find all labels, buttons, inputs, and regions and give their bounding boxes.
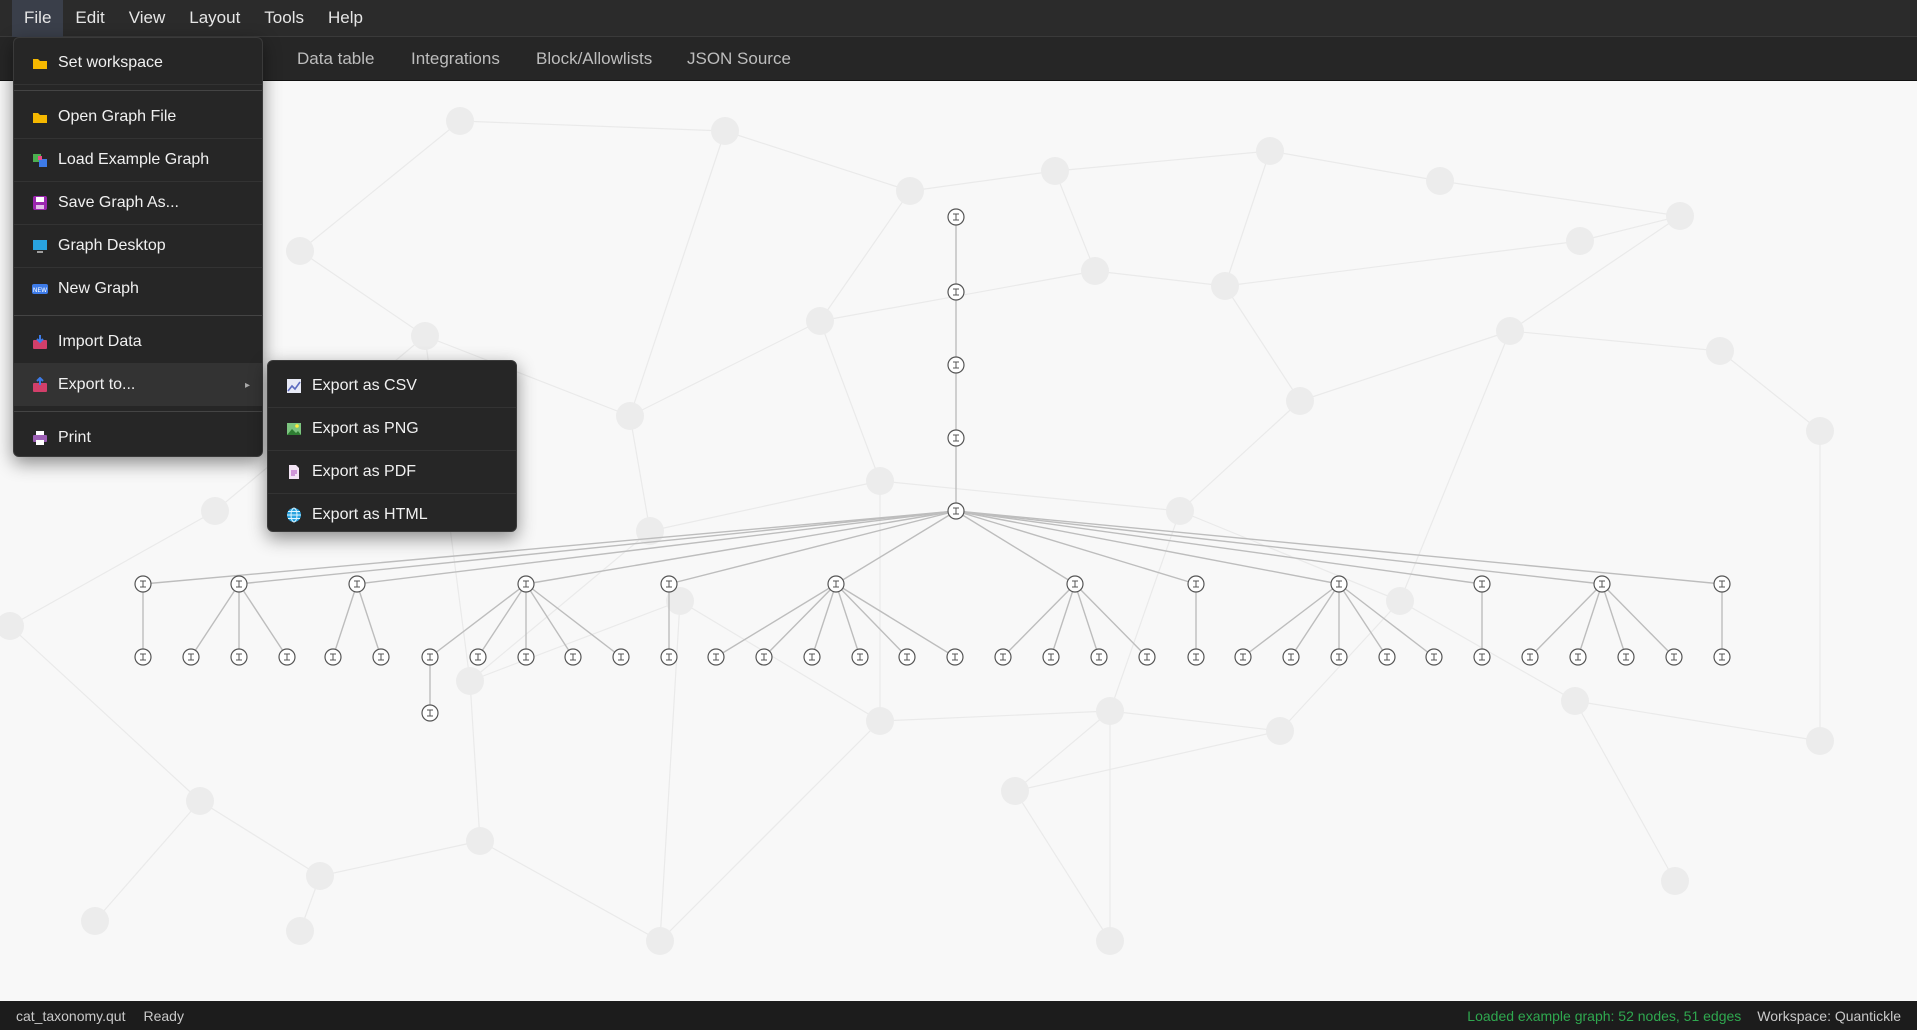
graph-edge xyxy=(1338,583,1388,658)
new-badge-icon: NEW xyxy=(32,281,48,297)
graph-edge xyxy=(525,583,574,658)
graph-view xyxy=(134,208,1731,722)
status-state: Ready xyxy=(143,1007,184,1024)
menu-view[interactable]: View xyxy=(117,0,178,37)
menu-file[interactable]: File xyxy=(12,0,64,37)
menu-item-label: Import Data xyxy=(58,333,142,350)
menu-item-label: Print xyxy=(58,429,91,446)
menu-layout[interactable]: Layout xyxy=(177,0,252,37)
menu-item-export-pdf[interactable]: Export as PDF xyxy=(268,451,516,494)
menu-edit[interactable]: Edit xyxy=(63,0,116,37)
file-menu: Set workspace Open Graph File Load Examp… xyxy=(13,37,263,457)
floppy-disk-icon xyxy=(32,195,48,211)
status-workspace: Workspace: Quantickle xyxy=(1757,1007,1901,1024)
folder-icon xyxy=(32,109,48,125)
tab-json-source[interactable]: JSON Source xyxy=(687,37,791,81)
graph-edge xyxy=(1577,583,1603,658)
graph-edge xyxy=(955,510,1483,585)
menu-item-label: Graph Desktop xyxy=(58,237,166,254)
menu-separator xyxy=(14,90,262,91)
graph-edge xyxy=(1002,583,1076,658)
submenu-arrow-icon: ▸ xyxy=(244,379,250,391)
graph-edge xyxy=(811,583,837,658)
menu-item-export-png[interactable]: Export as PNG xyxy=(268,408,516,451)
image-icon xyxy=(286,421,302,437)
chart-line-icon xyxy=(286,378,302,394)
printer-icon xyxy=(32,430,48,446)
menu-item-label: New Graph xyxy=(58,280,139,297)
globe-icon xyxy=(286,507,302,523)
menu-item-open-graph-file[interactable]: Open Graph File xyxy=(14,96,262,139)
graph-edge xyxy=(429,583,527,658)
graph-canvas[interactable] xyxy=(0,81,1917,1001)
menu-item-import-data[interactable]: Import Data xyxy=(14,321,262,364)
menu-item-label: Save Graph As... xyxy=(58,194,179,211)
graph-edge xyxy=(1050,583,1076,658)
menu-bar: File Edit View Layout Tools Help xyxy=(0,0,1917,37)
graph-edge xyxy=(332,583,358,658)
tab-bar: Data table Integrations Block/Allowlists… xyxy=(0,37,1917,81)
menu-item-new-graph[interactable]: NEW New Graph xyxy=(14,268,262,310)
menu-item-save-graph-as[interactable]: Save Graph As... xyxy=(14,182,262,225)
graph-edge xyxy=(715,583,837,658)
menu-item-label: Export as HTML xyxy=(312,506,428,523)
graph-edge xyxy=(1074,583,1148,658)
tab-data-table[interactable]: Data table xyxy=(297,37,375,81)
graph-edge xyxy=(955,510,1723,585)
menu-item-export-to[interactable]: Export to... ▸ xyxy=(14,364,262,406)
graph-edge xyxy=(1338,583,1435,658)
graph-edge xyxy=(1601,583,1627,658)
menu-item-print[interactable]: Print xyxy=(14,417,262,459)
tab-integrations[interactable]: Integrations xyxy=(411,37,500,81)
menu-separator xyxy=(14,315,262,316)
graph-edge xyxy=(142,510,957,585)
status-bar: cat_taxonomy.qut Ready Loaded example gr… xyxy=(0,1001,1917,1030)
menu-item-label: Load Example Graph xyxy=(58,151,210,168)
menu-help[interactable]: Help xyxy=(316,0,375,37)
graph-edge xyxy=(477,583,527,658)
outbox-export-icon xyxy=(32,377,48,393)
graph-edge xyxy=(1529,583,1603,658)
export-submenu: Export as CSV Export as PNG Export as PD… xyxy=(267,360,517,532)
menu-item-load-example-graph[interactable]: Load Example Graph xyxy=(14,139,262,182)
menu-item-graph-desktop[interactable]: Graph Desktop xyxy=(14,225,262,268)
graph-edge xyxy=(1242,583,1340,658)
document-icon xyxy=(286,464,302,480)
menu-separator xyxy=(14,411,262,412)
graph-edge xyxy=(1074,583,1100,658)
folder-icon xyxy=(32,55,48,71)
menu-item-set-workspace[interactable]: Set workspace xyxy=(14,42,262,85)
menu-item-label: Export as CSV xyxy=(312,377,417,394)
status-filename: cat_taxonomy.qut xyxy=(16,1007,126,1024)
graph-edge xyxy=(1601,583,1675,658)
menu-item-label: Open Graph File xyxy=(58,108,177,125)
graph-edge xyxy=(190,583,240,658)
status-message: Loaded example graph: 52 nodes, 51 edges xyxy=(1467,1007,1742,1024)
menu-tools[interactable]: Tools xyxy=(252,0,316,37)
graph-edge xyxy=(668,510,957,585)
graph-edge xyxy=(525,510,957,585)
monitor-icon xyxy=(32,238,48,254)
inbox-import-icon xyxy=(32,334,48,350)
graph-edge xyxy=(238,583,288,658)
graph-edge xyxy=(1290,583,1340,658)
graph-edge xyxy=(525,583,622,658)
menu-item-label: Export to... xyxy=(58,376,136,393)
svg-text:NEW: NEW xyxy=(33,287,47,294)
menu-item-label: Set workspace xyxy=(58,54,163,71)
example-graph-icon xyxy=(32,152,48,168)
menu-item-label: Export as PNG xyxy=(312,420,419,437)
menu-item-label: Export as PDF xyxy=(312,463,417,480)
menu-item-export-csv[interactable]: Export as CSV xyxy=(268,365,516,408)
tab-block-allowlists[interactable]: Block/Allowlists xyxy=(536,37,652,81)
menu-item-export-html[interactable]: Export as HTML xyxy=(268,494,516,536)
graph-edge xyxy=(835,583,861,658)
graph-edge xyxy=(356,583,382,658)
